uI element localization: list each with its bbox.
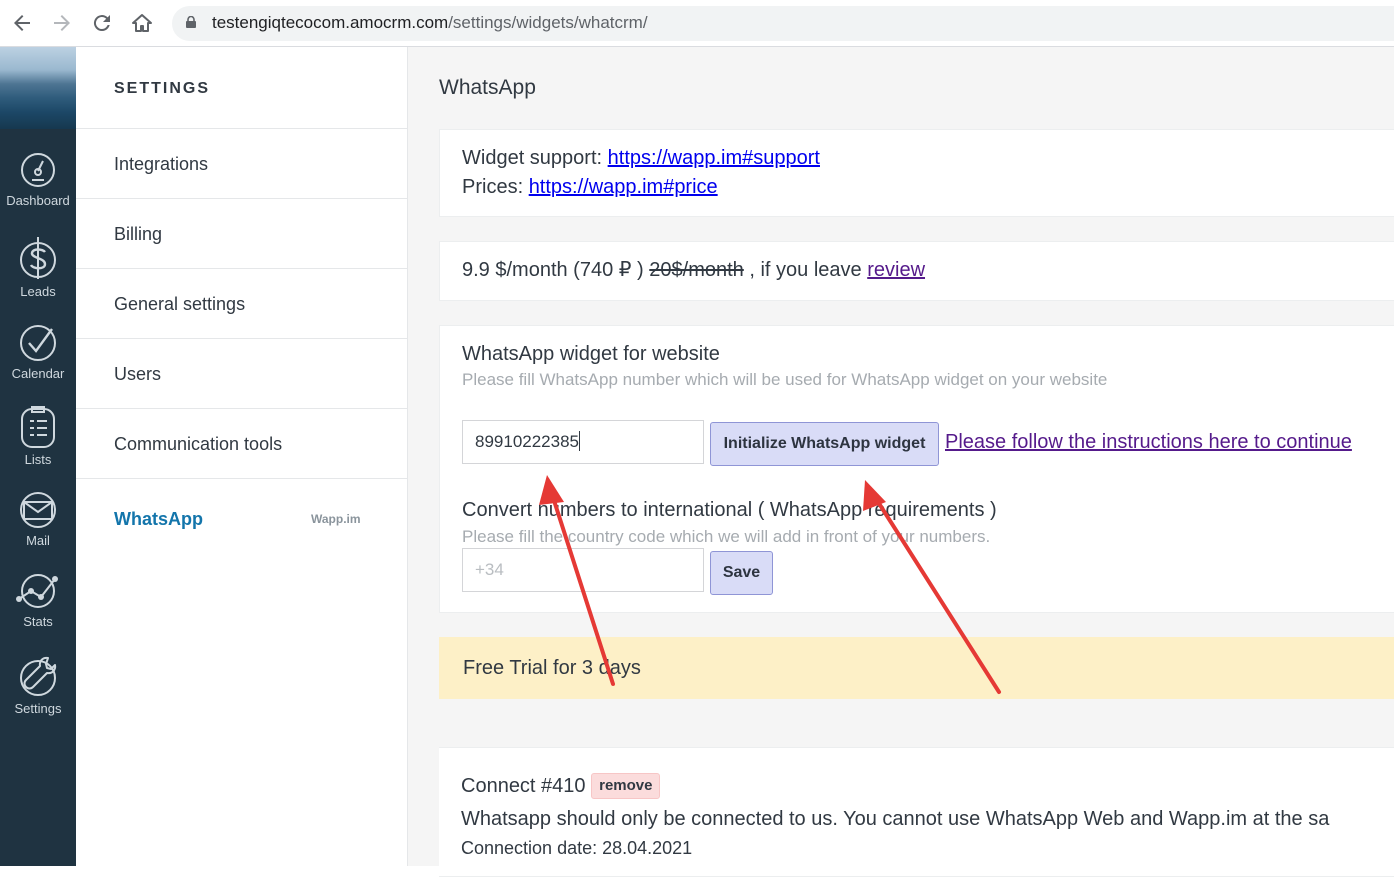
nav-leads[interactable]: Leads	[0, 235, 76, 299]
dashboard-gauge-icon	[21, 153, 55, 187]
settings-item-billing[interactable]: Billing	[76, 198, 407, 268]
left-navigation: Dashboard Leads Calendar Lists Mail Stat…	[0, 47, 76, 866]
widget-hint: Please fill WhatsApp number which will b…	[462, 370, 1108, 389]
settings-item-label: Billing	[114, 224, 163, 244]
nav-calendar-label: Calendar	[11, 366, 65, 381]
connect-title: Connect #410	[461, 775, 586, 797]
stats-graph-icon	[16, 574, 58, 608]
pricing-line: 9.9 $/month (740 ₽ ) 20$/month , if you …	[462, 256, 1376, 285]
pricing-card: 9.9 $/month (740 ₽ ) 20$/month , if you …	[439, 241, 1394, 301]
check-circle-icon	[20, 325, 56, 361]
support-line: Widget support: https://wapp.im#support	[462, 144, 1376, 173]
support-link[interactable]: https://wapp.im#support	[608, 147, 820, 169]
remove-button[interactable]: remove	[591, 773, 661, 799]
settings-panel: SETTINGS Integrations Billing General se…	[76, 47, 408, 866]
settings-item-users[interactable]: Users	[76, 338, 407, 408]
convert-hint: Please fill the country code which we wi…	[462, 527, 991, 546]
settings-item-label: Users	[114, 364, 162, 384]
page-title: WhatsApp	[439, 76, 536, 99]
free-trial-banner: Free Trial for 3 days	[439, 637, 1394, 699]
list-clipboard-icon	[21, 406, 55, 448]
url-text[interactable]: testengiqtecocom.amocrm.com/settings/wid…	[212, 13, 648, 33]
settings-item-label: Integrations	[114, 154, 209, 174]
nav-stats-label: Stats	[23, 614, 53, 629]
support-label: Widget support:	[462, 147, 603, 169]
settings-item-general-settings[interactable]: General settings	[76, 268, 407, 338]
browser-toolbar: testengiqtecocom.amocrm.com/settings/wid…	[0, 0, 1394, 47]
support-card: Widget support: https://wapp.im#support …	[439, 129, 1394, 217]
settings-item-label: Communication tools	[114, 434, 283, 454]
initialize-widget-button[interactable]: Initialize WhatsApp widget	[710, 422, 939, 466]
wapp-im-tag: Wapp.im	[311, 512, 361, 526]
phone-number-value: 89910222385	[475, 432, 580, 451]
back-arrow-icon[interactable]	[10, 11, 34, 35]
lock-icon	[186, 16, 196, 28]
nav-settings-label: Settings	[14, 701, 62, 716]
widget-card: WhatsApp widget for website Please fill …	[439, 325, 1394, 613]
old-price-text: 20$/month	[649, 259, 744, 281]
nav-calendar[interactable]: Calendar	[0, 323, 76, 381]
avatar[interactable]	[0, 47, 76, 129]
prices-link[interactable]: https://wapp.im#price	[529, 176, 718, 198]
nav-lists-label: Lists	[24, 452, 52, 467]
settings-item-whatsapp[interactable]: WhatsApp Wapp.im	[76, 478, 407, 548]
prices-line: Prices: https://wapp.im#price	[462, 173, 1376, 202]
prices-label: Prices:	[462, 176, 524, 198]
convert-title: Convert numbers to international ( Whats…	[462, 499, 997, 521]
nav-mail-label: Mail	[26, 533, 50, 548]
nav-leads-label: Leads	[20, 284, 56, 299]
settings-item-label: General settings	[114, 294, 246, 314]
nav-dashboard[interactable]: Dashboard	[0, 150, 76, 208]
nav-settings[interactable]: Settings	[0, 654, 76, 716]
pricing-suffix: , if you leave	[749, 259, 862, 281]
nav-stats[interactable]: Stats	[0, 571, 76, 629]
widget-title: WhatsApp widget for website	[462, 343, 720, 365]
price-text: 9.9 $/month (740 ₽ )	[462, 259, 644, 281]
settings-item-integrations[interactable]: Integrations	[76, 128, 407, 198]
country-code-input[interactable]: +34	[462, 548, 704, 592]
settings-item-communication-tools[interactable]: Communication tools	[76, 408, 407, 478]
connect-card: Connect #410 remove Whatsapp should only…	[439, 747, 1394, 877]
main-content: WhatsApp Widget support: https://wapp.im…	[408, 47, 1394, 877]
nav-lists[interactable]: Lists	[0, 405, 76, 467]
wrench-icon	[20, 656, 57, 696]
nav-mail[interactable]: Mail	[0, 490, 76, 548]
settings-item-label: WhatsApp	[114, 509, 203, 529]
home-icon[interactable]	[130, 11, 154, 35]
review-link[interactable]: review	[867, 259, 925, 281]
connect-warning: Whatsapp should only be connected to us.…	[461, 808, 1330, 830]
phone-number-input[interactable]: 89910222385	[462, 420, 704, 464]
connect-title-line: Connect #410 remove	[461, 772, 1376, 801]
save-button[interactable]: Save	[710, 551, 773, 595]
reload-icon[interactable]	[90, 11, 114, 35]
settings-menu: Integrations Billing General settings Us…	[76, 128, 407, 548]
mail-icon	[20, 492, 56, 528]
connection-date: Connection date: 28.04.2021	[461, 838, 693, 858]
dollar-icon	[20, 237, 56, 279]
instructions-link[interactable]: Please follow the instructions here to c…	[945, 428, 1352, 457]
forward-arrow-icon[interactable]	[50, 11, 74, 35]
nav-dashboard-label: Dashboard	[6, 193, 70, 208]
settings-title: SETTINGS	[114, 80, 211, 97]
